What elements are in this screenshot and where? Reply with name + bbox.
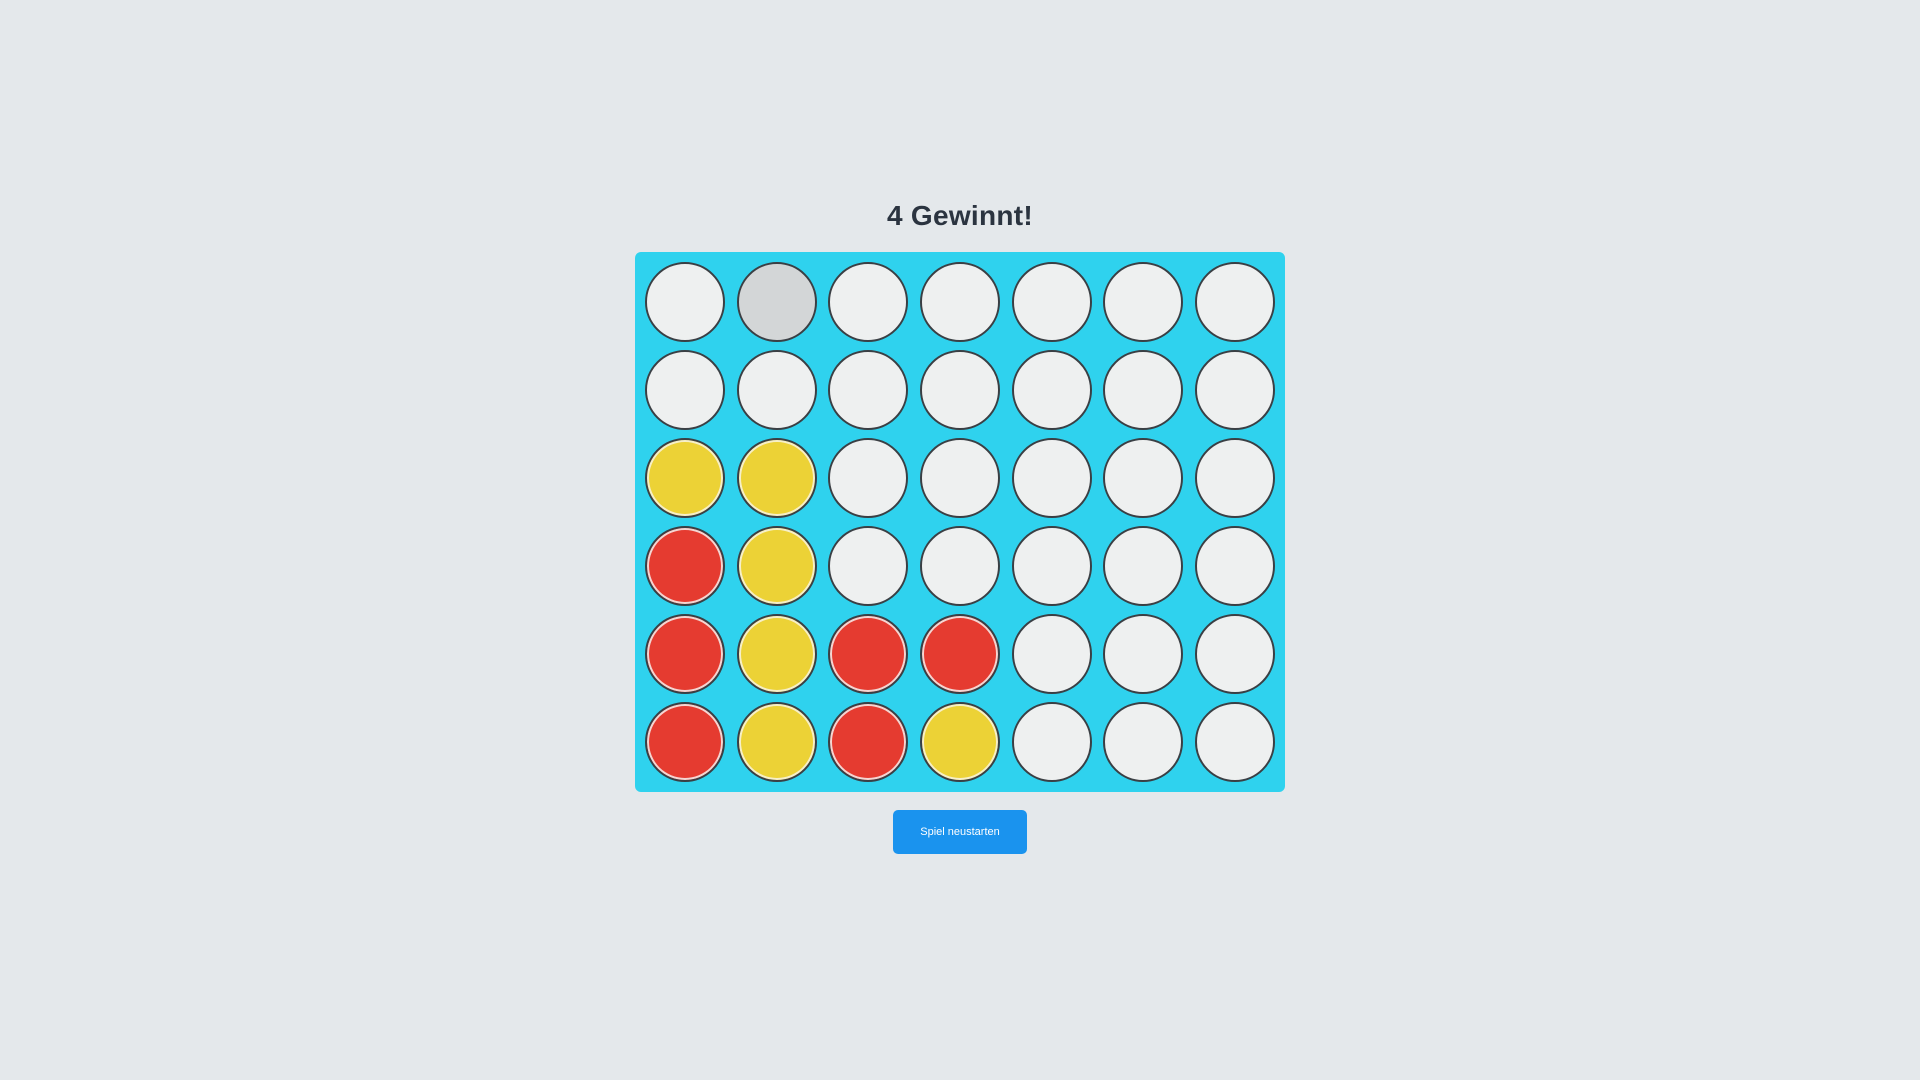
board-cell[interactable] xyxy=(1191,260,1279,344)
board-cell[interactable] xyxy=(916,348,1004,432)
yellow-disc xyxy=(736,614,817,694)
board-cell[interactable] xyxy=(733,436,821,520)
board-cell[interactable] xyxy=(1100,348,1188,432)
empty-slot xyxy=(1011,350,1092,430)
empty-slot xyxy=(644,350,725,430)
empty-slot xyxy=(1103,438,1184,518)
board-cell[interactable] xyxy=(1008,348,1096,432)
board-cell[interactable] xyxy=(1191,348,1279,432)
red-disc xyxy=(828,702,909,782)
empty-slot xyxy=(1103,614,1184,694)
board-cell[interactable] xyxy=(1100,700,1188,784)
board-cell[interactable] xyxy=(733,524,821,608)
board-cell[interactable] xyxy=(916,700,1004,784)
empty-slot xyxy=(919,350,1000,430)
empty-slot xyxy=(1103,702,1184,782)
red-disc xyxy=(644,526,725,606)
empty-slot xyxy=(1011,262,1092,342)
yellow-disc xyxy=(919,702,1000,782)
board-cell[interactable] xyxy=(824,524,912,608)
empty-slot xyxy=(644,262,725,342)
empty-slot xyxy=(736,350,817,430)
yellow-disc xyxy=(736,438,817,518)
board-cell[interactable] xyxy=(641,348,729,432)
game-screen: 4 Gewinnt! Spiel neustarten xyxy=(0,0,1920,1080)
board-cell[interactable] xyxy=(916,524,1004,608)
red-disc xyxy=(828,614,909,694)
board-cell[interactable] xyxy=(1191,700,1279,784)
board-cell[interactable] xyxy=(1191,524,1279,608)
board-cell[interactable] xyxy=(733,612,821,696)
board-cell[interactable] xyxy=(733,700,821,784)
board-cell[interactable] xyxy=(641,436,729,520)
empty-slot xyxy=(1011,526,1092,606)
empty-slot xyxy=(919,526,1000,606)
empty-slot xyxy=(919,438,1000,518)
board-cell[interactable] xyxy=(641,700,729,784)
red-disc xyxy=(919,614,1000,694)
empty-slot xyxy=(828,262,909,342)
empty-slot xyxy=(1195,350,1276,430)
board-cell[interactable] xyxy=(824,700,912,784)
board-cell[interactable] xyxy=(641,524,729,608)
board-cell[interactable] xyxy=(916,612,1004,696)
empty-slot xyxy=(1011,438,1092,518)
empty-slot xyxy=(1011,702,1092,782)
red-disc xyxy=(644,702,725,782)
board-cell[interactable] xyxy=(1191,612,1279,696)
board-cell[interactable] xyxy=(733,348,821,432)
board-cell[interactable] xyxy=(1191,436,1279,520)
board-cell[interactable] xyxy=(641,612,729,696)
board-cell[interactable] xyxy=(733,260,821,344)
restart-game-button[interactable]: Spiel neustarten xyxy=(893,810,1027,854)
yellow-disc xyxy=(644,438,725,518)
empty-slot xyxy=(1195,526,1276,606)
board-cell[interactable] xyxy=(916,436,1004,520)
board-cell[interactable] xyxy=(824,612,912,696)
empty-slot xyxy=(1103,350,1184,430)
board-cell[interactable] xyxy=(1008,612,1096,696)
empty-slot xyxy=(919,262,1000,342)
board-cell[interactable] xyxy=(1100,260,1188,344)
board-cell[interactable] xyxy=(1008,524,1096,608)
empty-slot xyxy=(828,350,909,430)
hovered-slot xyxy=(736,262,817,342)
empty-slot xyxy=(1103,526,1184,606)
empty-slot xyxy=(828,526,909,606)
game-title: 4 Gewinnt! xyxy=(886,200,1034,231)
empty-slot xyxy=(1195,614,1276,694)
board-cell[interactable] xyxy=(1008,260,1096,344)
board-cell[interactable] xyxy=(1100,612,1188,696)
red-disc xyxy=(644,614,725,694)
empty-slot xyxy=(1103,262,1184,342)
game-board xyxy=(635,252,1285,792)
yellow-disc xyxy=(736,526,817,606)
board-cell[interactable] xyxy=(1008,436,1096,520)
empty-slot xyxy=(1195,262,1276,342)
board-cell[interactable] xyxy=(824,260,912,344)
yellow-disc xyxy=(736,702,817,782)
board-cell[interactable] xyxy=(1100,436,1188,520)
board-cell[interactable] xyxy=(1008,700,1096,784)
empty-slot xyxy=(1195,702,1276,782)
board-cell[interactable] xyxy=(824,436,912,520)
empty-slot xyxy=(1195,438,1276,518)
empty-slot xyxy=(1011,614,1092,694)
board-cell[interactable] xyxy=(916,260,1004,344)
empty-slot xyxy=(828,438,909,518)
board-cell[interactable] xyxy=(824,348,912,432)
board-cell[interactable] xyxy=(1100,524,1188,608)
board-cell[interactable] xyxy=(641,260,729,344)
